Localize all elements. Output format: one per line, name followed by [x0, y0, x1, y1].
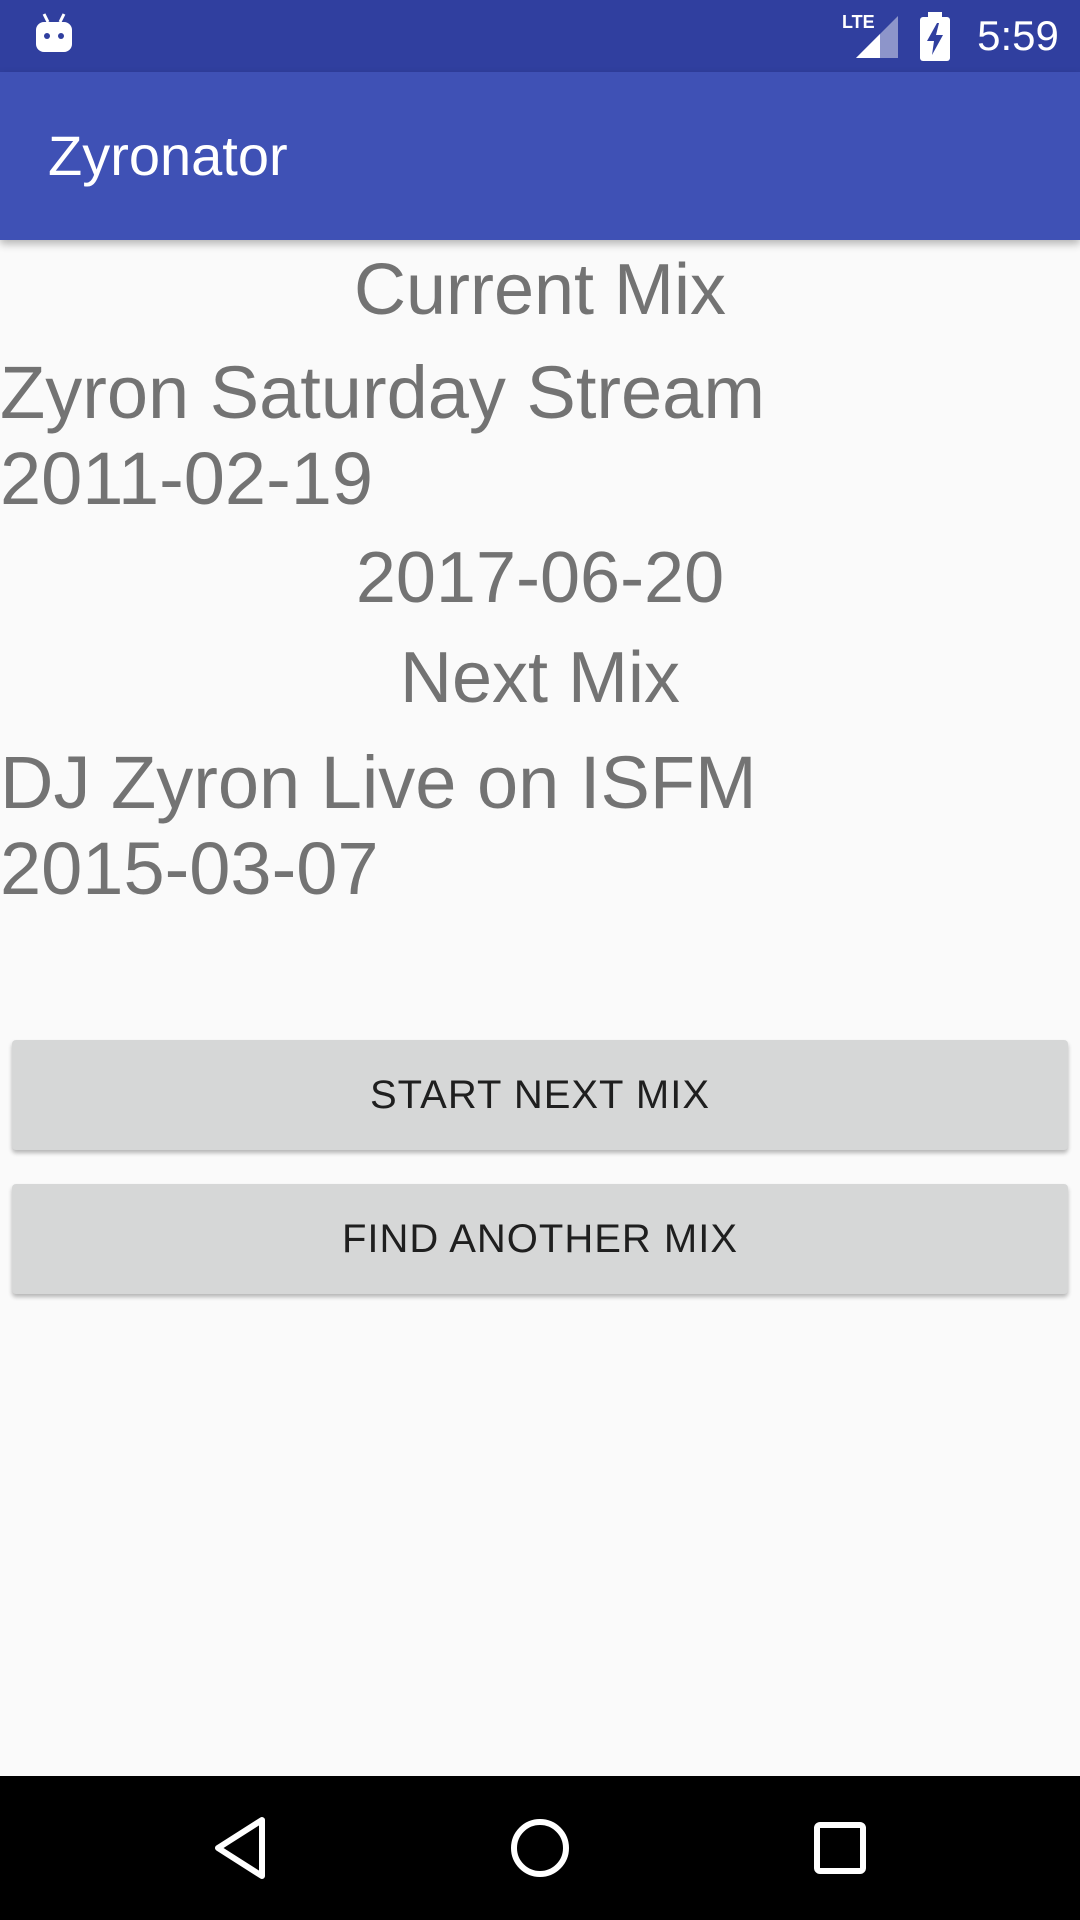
home-icon[interactable] [500, 1808, 580, 1888]
find-another-mix-button[interactable]: FIND ANOTHER MIX [12, 1184, 1068, 1294]
next-mix-info: DJ Zyron Live on ISFM 2015-03-07 [0, 740, 1080, 912]
next-mix-heading: Next Mix [399, 638, 681, 718]
current-mix-played-date: 2017-06-20 [355, 538, 725, 618]
current-mix-heading: Current Mix [353, 250, 727, 330]
current-mix-info: Zyron Saturday Stream 2011-02-19 [0, 350, 1080, 522]
android-icon [36, 13, 72, 52]
network-label: LTE [842, 12, 875, 32]
current-mix-date: 2011-02-19 [0, 437, 374, 520]
app-title: Zyronator [48, 124, 288, 187]
app-bar: Zyronator [0, 72, 1080, 240]
back-icon[interactable] [200, 1808, 280, 1888]
start-next-mix-button[interactable]: START NEXT MIX [12, 1040, 1068, 1150]
lte-signal-icon: LTE [842, 12, 898, 58]
status-bar: LTE 5:59 [0, 0, 1080, 72]
status-time: 5:59 [977, 12, 1059, 59]
next-mix-date: 2015-03-07 [0, 827, 379, 910]
recents-icon[interactable] [800, 1808, 880, 1888]
battery-charging-icon [920, 12, 950, 61]
current-mix-name: Zyron Saturday Stream [0, 351, 765, 434]
next-mix-name: DJ Zyron Live on ISFM [0, 741, 757, 824]
navigation-bar [0, 1776, 1080, 1920]
